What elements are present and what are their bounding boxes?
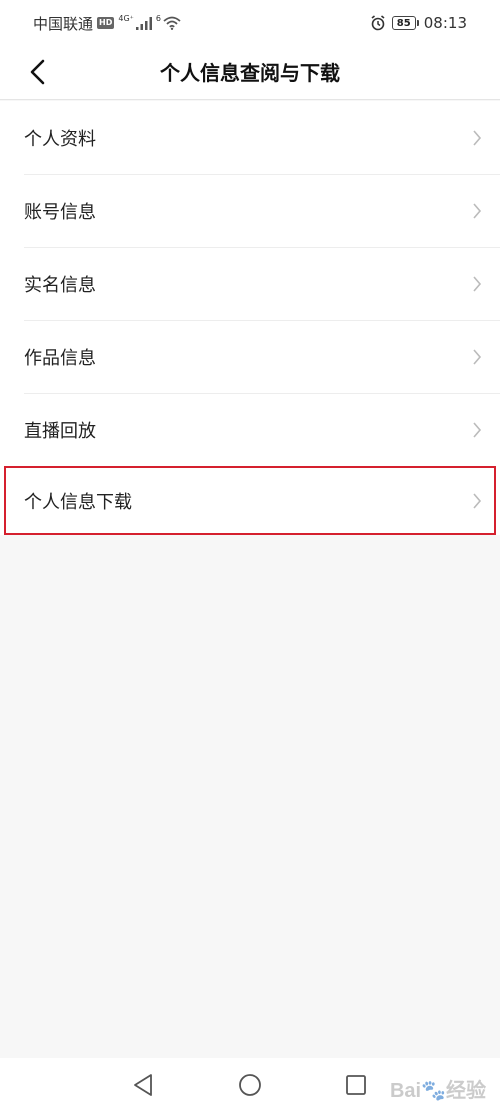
status-right: 85 08:13 xyxy=(370,14,467,32)
page-title: 个人信息查阅与下载 xyxy=(160,61,340,85)
hd-badge: HD xyxy=(97,17,115,29)
menu-item-label: 作品信息 xyxy=(24,347,96,369)
menu-item-real-name-info[interactable]: 实名信息 xyxy=(0,247,500,320)
menu-item-works-info[interactable]: 作品信息 xyxy=(0,320,500,393)
square-recents-icon xyxy=(346,1075,366,1095)
menu-item-personal-info-download[interactable]: 个人信息下载 xyxy=(4,466,496,535)
battery-indicator: 85 xyxy=(391,16,419,30)
menu-item-label: 个人信息下载 xyxy=(24,491,132,513)
menu-item-personal-profile[interactable]: 个人资料 xyxy=(0,101,500,174)
chevron-right-icon xyxy=(472,202,482,220)
cellular-signal-icon xyxy=(135,16,152,30)
menu-item-live-replay[interactable]: 直播回放 xyxy=(0,393,500,466)
status-left: 中国联通 HD 4G⁺ 6 xyxy=(33,13,181,34)
wifi-icon xyxy=(163,16,181,30)
top-app-bar: 个人信息查阅与下载 xyxy=(0,46,500,100)
system-navigation-bar: Bai🐾经验 xyxy=(0,1058,500,1111)
menu-item-label: 实名信息 xyxy=(24,274,96,296)
alarm-clock-icon xyxy=(371,15,385,31)
status-time: 08:13 xyxy=(423,14,467,32)
menu-list: 个人资料 账号信息 实名信息 作品信息 直播回放 个人信息下载 xyxy=(0,101,500,535)
triangle-back-icon xyxy=(134,1074,152,1096)
menu-item-label: 直播回放 xyxy=(24,420,96,442)
status-bar: 中国联通 HD 4G⁺ 6 85 08:13 xyxy=(0,0,500,46)
chevron-right-icon xyxy=(472,129,482,147)
watermark-logo: Bai🐾经验 xyxy=(389,1080,486,1102)
menu-item-label: 个人资料 xyxy=(24,128,96,150)
chevron-right-icon xyxy=(472,492,482,510)
nav-home-button[interactable] xyxy=(237,1072,263,1098)
chevron-right-icon xyxy=(472,421,482,439)
network-type-tag: 4G⁺ xyxy=(118,14,134,23)
nav-recents-button[interactable] xyxy=(343,1072,369,1098)
menu-item-account-info[interactable]: 账号信息 xyxy=(0,174,500,247)
menu-item-label: 账号信息 xyxy=(24,201,96,223)
circle-home-icon xyxy=(239,1074,261,1096)
nav-back-button[interactable] xyxy=(130,1072,156,1098)
chevron-right-icon xyxy=(472,275,482,293)
wifi-version-tag: 6 xyxy=(155,14,161,23)
chevron-right-icon xyxy=(472,348,482,366)
carrier-name: 中国联通 xyxy=(33,14,94,33)
